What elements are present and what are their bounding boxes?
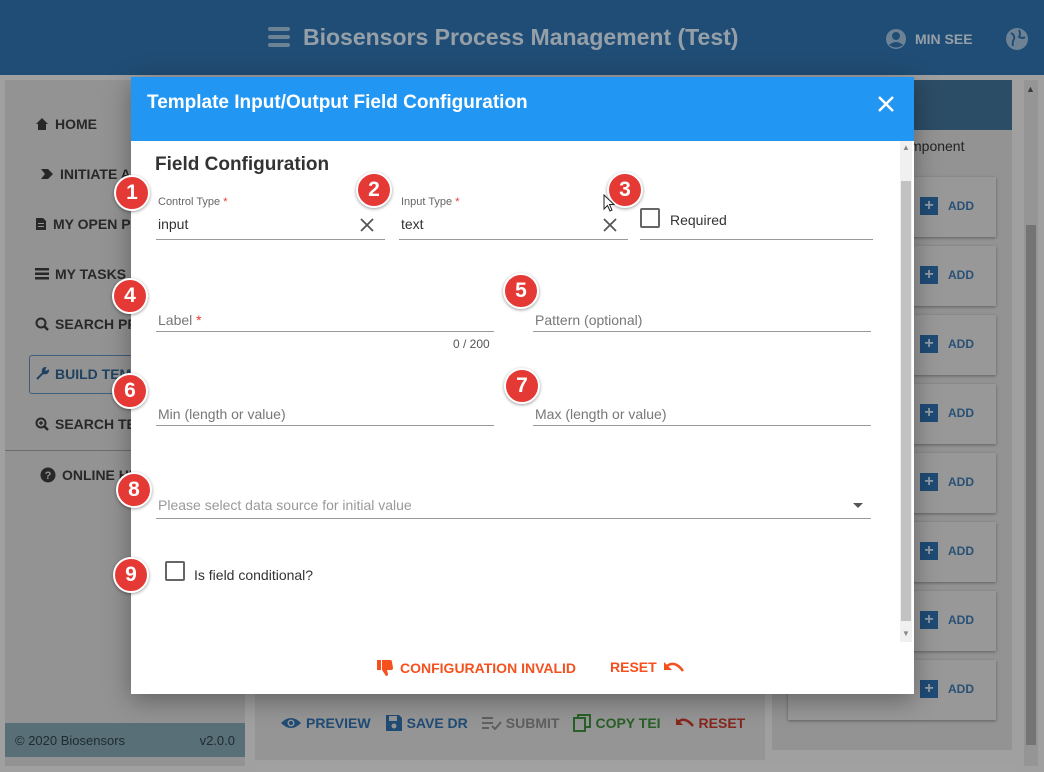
annotation-badge-6: 6	[112, 373, 148, 409]
annotation-badge-9: 9	[113, 557, 149, 593]
input-type-underline	[399, 239, 628, 240]
annotation-badge-5: 5	[503, 273, 539, 309]
control-type-underline	[156, 239, 385, 240]
dialog-scrollbar-thumb[interactable]	[901, 181, 911, 621]
reset-label: RESET	[610, 659, 657, 675]
annotation-badge-8: 8	[116, 472, 152, 508]
input-type-select[interactable]: Input Type * text	[399, 196, 628, 241]
reset-button[interactable]: RESET	[610, 659, 685, 675]
pattern-underline	[533, 331, 871, 332]
mouse-cursor-icon	[603, 194, 615, 212]
close-icon[interactable]	[875, 93, 897, 115]
min-underline	[156, 425, 494, 426]
max-input[interactable]: Max (length or value)	[533, 395, 871, 430]
dialog-actions: CONFIGURATION INVALID RESET	[131, 659, 914, 679]
min-input[interactable]: Min (length or value)	[156, 395, 494, 430]
dialog-header: Template Input/Output Field Configuratio…	[131, 77, 914, 141]
label-placeholder: Label *	[158, 312, 202, 328]
required-field: Required	[640, 196, 873, 241]
annotation-badge-1: 1	[114, 175, 150, 211]
pattern-placeholder: Pattern (optional)	[535, 312, 643, 328]
section-title: Field Configuration	[155, 154, 330, 175]
max-underline	[533, 425, 871, 426]
data-source-underline	[156, 518, 871, 519]
input-type-label: Input Type *	[401, 196, 460, 208]
data-source-placeholder: Please select data source for initial va…	[158, 497, 412, 513]
configuration-invalid-button[interactable]: CONFIGURATION INVALID	[376, 659, 576, 677]
scroll-down-icon[interactable]: ▼	[902, 629, 910, 638]
annotation-badge-4: 4	[112, 278, 148, 314]
clear-icon[interactable]	[360, 218, 374, 232]
undo-icon	[663, 662, 684, 672]
conditional-label: Is field conditional?	[194, 567, 314, 583]
clear-icon[interactable]	[603, 218, 617, 232]
scroll-up-icon[interactable]: ▲	[902, 143, 910, 152]
conditional-checkbox[interactable]	[165, 561, 185, 581]
label-input[interactable]: Label * 0 / 200	[156, 301, 494, 351]
label-underline	[156, 331, 494, 332]
configuration-invalid-label: CONFIGURATION INVALID	[400, 660, 577, 676]
max-placeholder: Max (length or value)	[535, 406, 667, 422]
input-type-value: text	[401, 216, 424, 232]
label-char-counter: 0 / 200	[453, 337, 490, 351]
control-type-value: input	[158, 216, 189, 232]
required-label: Required	[670, 212, 727, 228]
required-checkbox[interactable]	[640, 208, 660, 228]
annotation-badge-7: 7	[504, 368, 540, 404]
control-type-label: Control Type *	[158, 196, 228, 208]
min-placeholder: Min (length or value)	[158, 406, 286, 422]
data-source-select[interactable]: Please select data source for initial va…	[156, 486, 871, 521]
required-underline	[640, 239, 873, 240]
dialog-scrollbar[interactable]: ▲ ▼	[900, 141, 912, 642]
dialog-title: Template Input/Output Field Configuratio…	[147, 92, 528, 113]
chevron-down-icon[interactable]	[853, 503, 863, 508]
annotation-badge-2: 2	[356, 172, 392, 208]
control-type-select[interactable]: Control Type * input	[156, 196, 385, 241]
pattern-input[interactable]: Pattern (optional)	[533, 301, 871, 336]
thumbs-down-icon	[377, 660, 393, 676]
